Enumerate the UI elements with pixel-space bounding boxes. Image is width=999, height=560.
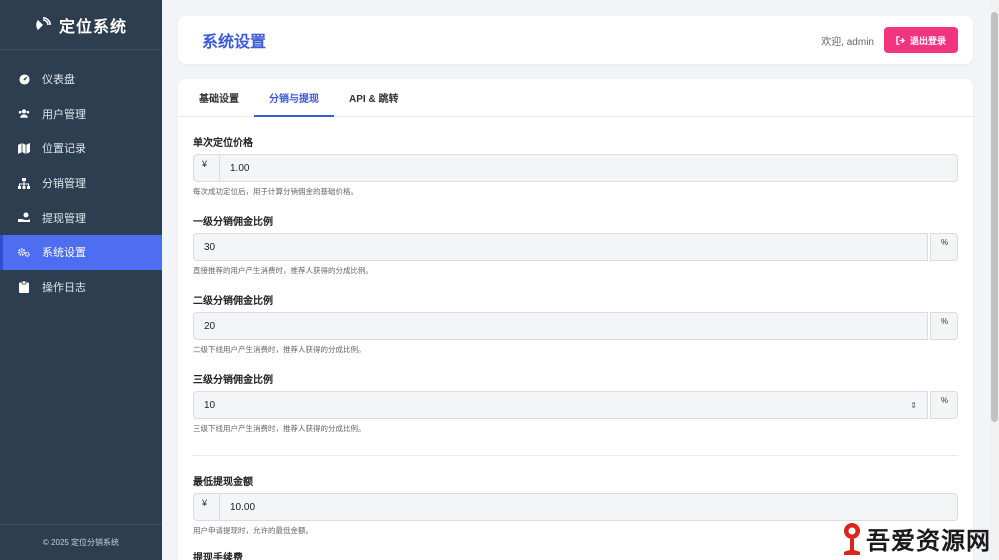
min-withdraw-input-group: ¥ 10.00 xyxy=(193,493,958,521)
percent-suffix: % xyxy=(930,312,958,340)
level1-input-group: 30 % xyxy=(193,233,958,261)
section-divider xyxy=(193,455,958,456)
clipboard-icon xyxy=(18,280,30,293)
level2-input[interactable]: 20 xyxy=(193,312,928,340)
currency-prefix: ¥ xyxy=(193,154,219,182)
logout-label: 退出登录 xyxy=(909,35,946,46)
settings-form: 单次定位价格 ¥ 1.00 每次成功定位后，用于计算分销佣金的基础价格。 一级分… xyxy=(178,134,973,560)
sidebar-item-label: 位置记录 xyxy=(42,143,86,156)
users-icon xyxy=(18,108,30,120)
currency-prefix: ¥ xyxy=(193,493,219,521)
watermark-text: 吾爱资源网 xyxy=(866,526,991,555)
scrollbar-thumb[interactable] xyxy=(991,12,998,422)
sidebar: 定位系统 仪表盘 用户管理 位置记录 分销管理 提现管理 系统设置 操作日志 ©… xyxy=(0,0,162,560)
logout-button[interactable]: 退出登录 xyxy=(883,27,958,53)
page-scrollbar[interactable] xyxy=(990,0,999,560)
page-title: 系统设置 xyxy=(202,34,267,51)
sign-out-icon xyxy=(896,35,905,45)
level3-help: 三级下线用户产生消费时，推荐人获得的分成比例。 xyxy=(193,424,366,433)
level2-input-group: 20 % xyxy=(193,312,958,340)
sidebar-footer: © 2025 定位分销系统 xyxy=(0,524,162,560)
level1-input[interactable]: 30 xyxy=(193,233,928,261)
sidebar-item-label: 系统设置 xyxy=(42,247,86,260)
min-withdraw-input[interactable]: 10.00 xyxy=(219,493,958,521)
sidebar-item-withdraw[interactable]: 提现管理 xyxy=(0,200,162,235)
tab-basic[interactable]: 基础设置 xyxy=(184,79,254,116)
percent-suffix: % xyxy=(930,233,958,261)
price-help: 每次成功定位后，用于计算分销佣金的基础价格。 xyxy=(193,187,358,196)
price-input[interactable]: 1.00 xyxy=(219,154,958,182)
level3-value: 10 xyxy=(204,399,216,411)
sitemap-icon xyxy=(18,177,30,189)
sidebar-item-logs[interactable]: 操作日志 xyxy=(0,270,162,305)
settings-card: 基础设置 分销与提现 API & 跳转 单次定位价格 ¥ 1.00 每次成功定位… xyxy=(178,79,973,560)
header-right: 欢迎, admin 退出登录 xyxy=(821,27,958,53)
cogs-icon xyxy=(18,246,30,258)
dashboard-icon xyxy=(18,73,30,85)
page-header: 系统设置 欢迎, admin 退出登录 xyxy=(178,16,973,64)
sidebar-item-users[interactable]: 用户管理 xyxy=(0,97,162,132)
satellite-dish-icon xyxy=(36,16,51,30)
min-withdraw-label: 最低提现金额 xyxy=(193,477,253,488)
sidebar-item-settings[interactable]: 系统设置 xyxy=(0,234,162,270)
sidebar-menu: 仪表盘 用户管理 位置记录 分销管理 提现管理 系统设置 操作日志 xyxy=(0,62,162,304)
level1-label: 一级分销佣金比例 xyxy=(193,217,273,228)
brand: 定位系统 xyxy=(0,0,162,50)
welcome-text: 欢迎, admin xyxy=(821,36,874,48)
level2-label: 二级分销佣金比例 xyxy=(193,296,273,307)
number-spinner-icon[interactable]: ⇕ xyxy=(910,401,917,410)
price-input-group: ¥ 1.00 xyxy=(193,154,958,182)
sidebar-item-label: 操作日志 xyxy=(42,281,86,294)
sidebar-item-distribution[interactable]: 分销管理 xyxy=(0,166,162,201)
hand-coin-icon xyxy=(18,212,30,224)
sidebar-item-label: 分销管理 xyxy=(42,178,86,191)
level3-label: 三级分销佣金比例 xyxy=(193,375,273,386)
watermark: 吾爱资源网 xyxy=(840,521,991,556)
tab-api[interactable]: API & 跳转 xyxy=(334,79,413,116)
price-label: 单次定位价格 xyxy=(193,138,253,149)
sidebar-item-locations[interactable]: 位置记录 xyxy=(0,131,162,166)
sidebar-item-label: 提现管理 xyxy=(42,212,86,225)
sidebar-item-label: 用户管理 xyxy=(42,108,86,121)
map-icon xyxy=(18,142,30,154)
brand-title: 定位系统 xyxy=(58,18,127,36)
settings-tabs: 基础设置 分销与提现 API & 跳转 xyxy=(178,79,973,117)
level3-input[interactable]: 10 ⇕ xyxy=(193,391,928,419)
sidebar-item-dashboard[interactable]: 仪表盘 xyxy=(0,62,162,97)
watermark-logo-icon xyxy=(844,522,860,555)
level2-help: 二级下线用户产生消费时，推荐人获得的分成比例。 xyxy=(193,345,366,354)
level3-input-group: 10 ⇕ % xyxy=(193,391,958,419)
percent-suffix: % xyxy=(930,391,958,419)
tab-distribution[interactable]: 分销与提现 xyxy=(254,79,334,117)
sidebar-item-label: 仪表盘 xyxy=(42,74,75,87)
level1-help: 直接推荐的用户产生消费时，推荐人获得的分成比例。 xyxy=(193,266,373,275)
